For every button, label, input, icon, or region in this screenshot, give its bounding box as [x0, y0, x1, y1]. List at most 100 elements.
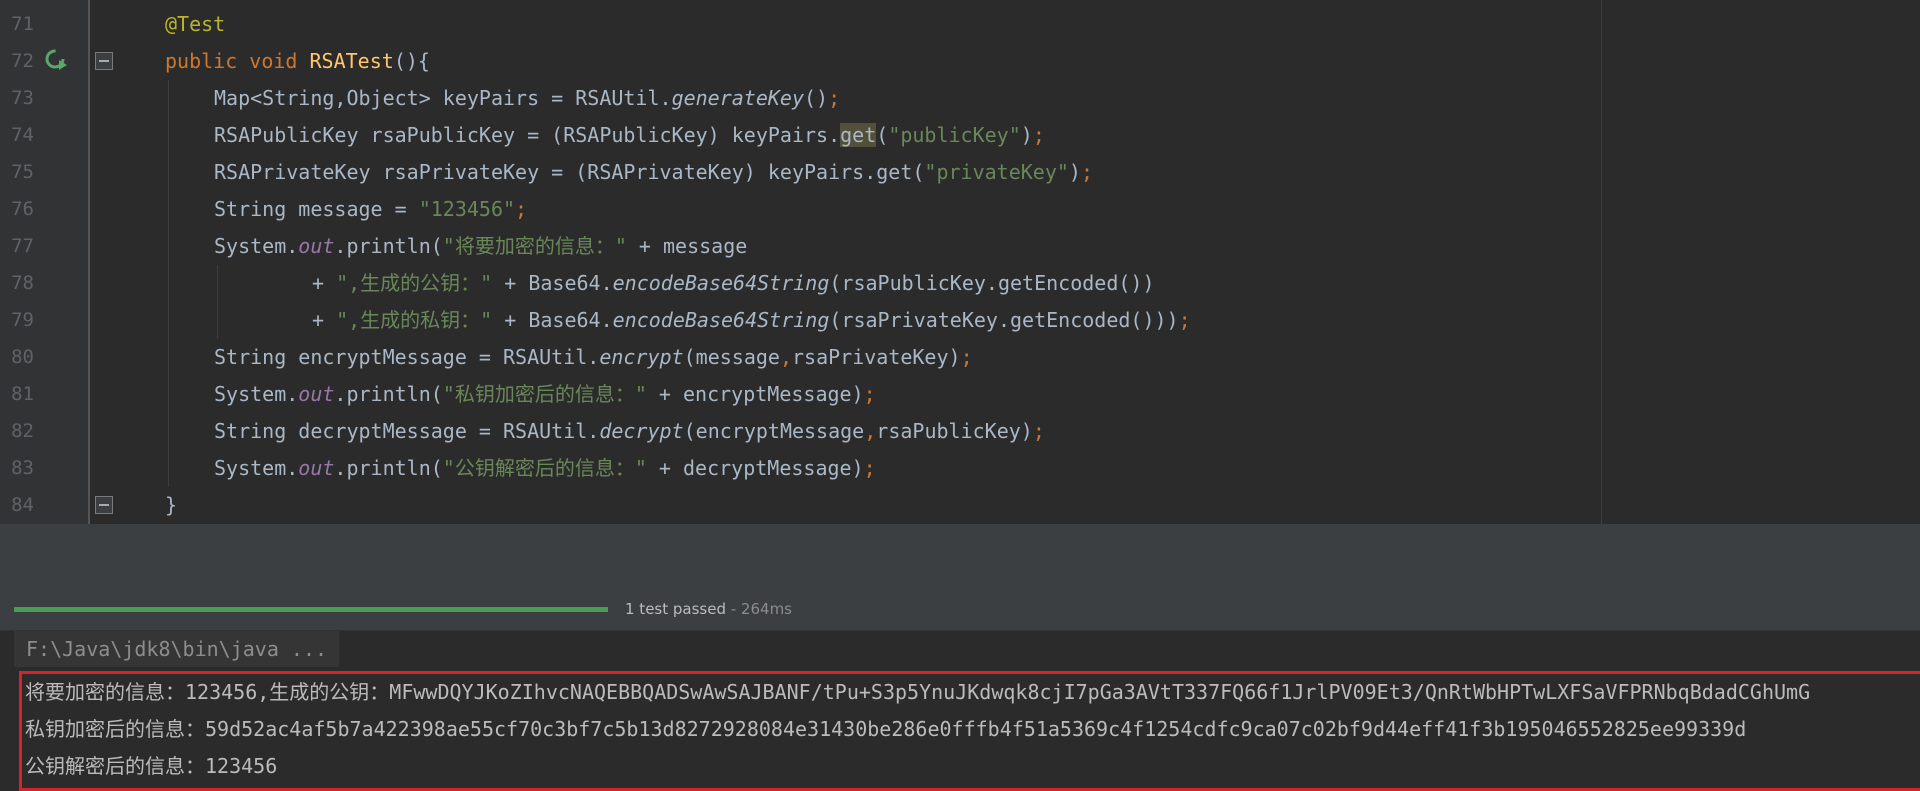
- code-line-83: System.out.println("公钥解密后的信息：" + decrypt…: [214, 450, 876, 487]
- code-token: + message: [626, 234, 748, 258]
- console-output-line: 公钥解密后的信息：123456: [25, 754, 278, 778]
- console-output-line: 私钥加密后的信息：59d52ac4af5b7a422398ae55cf70c3b…: [25, 717, 1747, 741]
- string-token: "公钥解密后的信息：": [442, 456, 647, 480]
- line-number: 84: [11, 494, 34, 516]
- code-token: rsaPublicKey): [876, 419, 1033, 443]
- code-token: +: [312, 308, 337, 332]
- static-method-token: encrypt: [599, 345, 684, 369]
- comma-token: ,: [864, 419, 877, 443]
- line-number: 80: [11, 346, 34, 368]
- line-number: 77: [11, 235, 34, 257]
- code-token: System.: [214, 456, 299, 480]
- code-token: +: [312, 271, 337, 295]
- semicolon-token: ;: [960, 345, 973, 369]
- line-number: 79: [11, 309, 34, 331]
- code-token: (encryptMessage: [683, 419, 865, 443]
- code-token: Map<String,Object> keyPairs = RSAUtil.: [214, 86, 672, 110]
- code-token: + decryptMessage): [646, 456, 864, 480]
- static-field-token: out: [298, 456, 335, 480]
- run-test-icon[interactable]: [44, 47, 68, 71]
- code-line-80: String encryptMessage = RSAUtil.encrypt(…: [214, 339, 973, 376]
- fold-collapse-icon[interactable]: [95, 496, 113, 514]
- code-token: (rsaPublicKey.getEncoded()): [829, 271, 1155, 295]
- tests-passed-label: 1 test passed: [625, 600, 726, 618]
- method-name-token: RSATest: [309, 49, 394, 73]
- line-number: 75: [11, 161, 34, 183]
- semicolon-token: ;: [828, 86, 841, 110]
- code-line-74: RSAPublicKey rsaPublicKey = (RSAPublicKe…: [214, 117, 1045, 154]
- line-number: 78: [11, 272, 34, 294]
- line-number: 82: [11, 420, 34, 442]
- line-number: 71: [11, 13, 34, 35]
- code-line-82: String decryptMessage = RSAUtil.decrypt(…: [214, 413, 1045, 450]
- semicolon-token: ;: [863, 456, 876, 480]
- right-margin-guide: [1601, 0, 1602, 524]
- fold-collapse-icon[interactable]: [95, 52, 113, 70]
- static-field-token: out: [298, 234, 335, 258]
- indent-guide: [168, 80, 169, 487]
- annotation-token: @Test: [165, 12, 226, 36]
- run-panel-header: [0, 526, 1920, 588]
- code-token: (rsaPrivateKey.getEncoded())): [829, 308, 1179, 332]
- code-token: System.: [214, 234, 299, 258]
- semicolon-token: ;: [1032, 123, 1045, 147]
- semicolon-token: ;: [863, 382, 876, 406]
- code-token: ): [1020, 123, 1033, 147]
- comma-token: ,: [779, 345, 792, 369]
- semicolon-token: ;: [1032, 419, 1045, 443]
- code-line-84: }: [165, 487, 177, 524]
- code-token: rsaPrivateKey): [791, 345, 961, 369]
- string-token: "123456": [418, 197, 516, 221]
- fold-outline: [88, 0, 90, 524]
- test-status-bar: 1 test passed - 264ms: [0, 588, 1920, 631]
- line-number: 73: [11, 87, 34, 109]
- code-token: (: [876, 123, 889, 147]
- string-token: "privateKey": [924, 160, 1069, 184]
- code-token: (){: [393, 49, 430, 73]
- code-token: RSAPublicKey rsaPublicKey = (RSAPublicKe…: [214, 123, 841, 147]
- code-token: String message =: [214, 197, 419, 221]
- code-token: + Base64.: [492, 308, 613, 332]
- code-line-72: public void RSATest(){: [165, 43, 430, 80]
- console-output-line: 将要加密的信息：123456,生成的公钥：MFwwDQYJKoZIhvcNAQE…: [25, 680, 1811, 704]
- code-token: + Base64.: [492, 271, 613, 295]
- line-number-gutter: 71 72 73 74 75 76 77 78 79 80 81 82 83 8…: [0, 0, 113, 524]
- semicolon-token: ;: [515, 197, 528, 221]
- code-line-79: + ",生成的私钥：" + Base64.encodeBase64String(…: [312, 302, 1191, 339]
- code-line-76: String message = "123456";: [214, 191, 527, 228]
- line-number: 74: [11, 124, 34, 146]
- console-command-line[interactable]: F:\Java\jdk8\bin\java ...: [14, 631, 340, 667]
- indent-guide: [217, 265, 218, 339]
- static-method-token: generateKey: [671, 86, 805, 110]
- test-progress-bar: [14, 607, 608, 612]
- code-token: (): [804, 86, 829, 110]
- code-token: (message: [683, 345, 780, 369]
- string-token: "publicKey": [888, 123, 1021, 147]
- code-token: .println(: [334, 234, 443, 258]
- semicolon-token: ;: [1080, 160, 1094, 184]
- code-editor[interactable]: 71 72 73 74 75 76 77 78 79 80 81 82 83 8…: [0, 0, 1920, 524]
- code-token: RSAPrivateKey rsaPrivateKey = (RSAPrivat…: [214, 160, 925, 184]
- string-token: ",生成的私钥：": [336, 308, 493, 332]
- keyword-token: void: [249, 49, 298, 73]
- line-number: 83: [11, 457, 34, 479]
- code-token: .println(: [334, 456, 443, 480]
- code-token: .println(: [334, 382, 443, 406]
- static-field-token: out: [298, 382, 335, 406]
- code-token: ): [1068, 160, 1081, 184]
- code-token: System.: [214, 382, 299, 406]
- console-output[interactable]: F:\Java\jdk8\bin\java ... 将要加密的信息：123456…: [0, 631, 1920, 791]
- code-token: String encryptMessage = RSAUtil.: [214, 345, 600, 369]
- string-token: "将要加密的信息：": [442, 234, 627, 258]
- string-token: "私钥加密后的信息：": [442, 382, 647, 406]
- code-token: }: [165, 493, 178, 517]
- line-number: 76: [11, 198, 34, 220]
- code-line-71: @Test: [165, 6, 225, 43]
- code-token: + encryptMessage): [646, 382, 864, 406]
- semicolon-token: ;: [1178, 308, 1191, 332]
- code-line-81: System.out.println("私钥加密后的信息：" + encrypt…: [214, 376, 876, 413]
- test-status-text: 1 test passed - 264ms: [625, 588, 792, 630]
- code-line-77: System.out.println("将要加密的信息：" + message: [214, 228, 747, 265]
- line-number: 81: [11, 383, 34, 405]
- code-line-78: + ",生成的公钥：" + Base64.encodeBase64String(…: [312, 265, 1155, 302]
